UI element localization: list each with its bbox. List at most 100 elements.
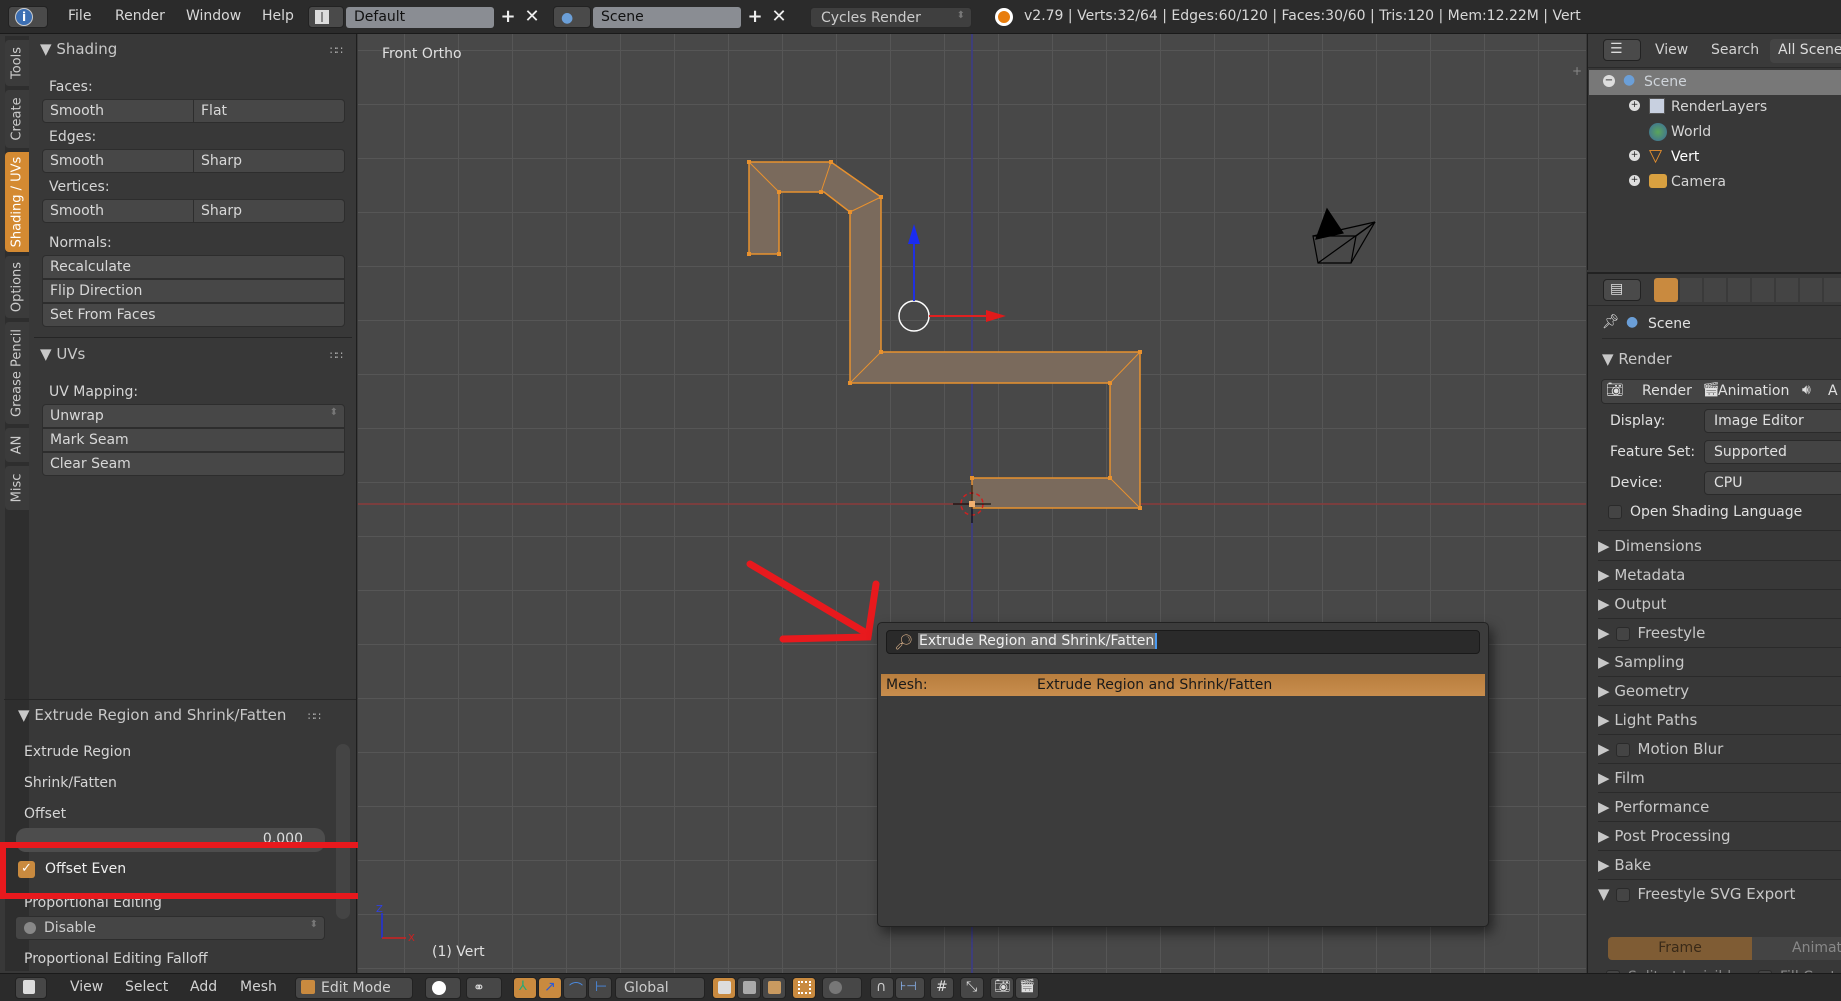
scene-icon-button[interactable]: ● <box>553 6 591 28</box>
render-engine-select[interactable]: Cycles Render ⬍ <box>810 7 972 28</box>
drag-grip-icon[interactable]: ∷∷ <box>308 710 321 723</box>
proportional-editing-toggle[interactable] <box>822 977 862 999</box>
edges-sharp-button[interactable]: Sharp <box>193 149 345 173</box>
manipulator-toggle[interactable]: ⅄ <box>513 977 537 999</box>
freestyle-svg-checkbox[interactable] <box>1615 887 1630 902</box>
section-freestyle[interactable]: ▶ Freestyle <box>1598 619 1841 648</box>
mark-seam-button[interactable]: Mark Seam <box>42 428 345 452</box>
outliner-display-mode-select[interactable]: All Scenes <box>1770 39 1841 63</box>
vertex-select-mode[interactable] <box>712 977 736 999</box>
audio-button[interactable]: A <box>1828 383 1838 399</box>
operator-panel-header[interactable]: ▼ Extrude Region and Shrink/Fatten <box>18 706 286 724</box>
mode-select[interactable]: Edit Mode <box>295 977 413 999</box>
section-sampling[interactable]: ▶ Sampling <box>1598 648 1841 677</box>
expand-icon[interactable]: + <box>1629 175 1640 186</box>
menu-mesh[interactable]: Mesh <box>240 979 277 995</box>
expand-icon[interactable]: + <box>1629 100 1640 111</box>
tab-object-context[interactable] <box>1752 278 1774 302</box>
collapse-icon[interactable]: − <box>1603 75 1615 87</box>
freestyle-checkbox[interactable] <box>1615 626 1630 641</box>
menu-add[interactable]: Add <box>190 979 217 995</box>
tab-shading-uvs[interactable]: Shading / UVs <box>5 152 29 252</box>
svg-frame-toggle[interactable]: Frame <box>1608 937 1752 960</box>
outliner-item-renderlayers[interactable]: + RenderLayers <box>1589 95 1841 120</box>
tab-grease-pencil[interactable]: Grease Pencil <box>5 322 29 424</box>
drag-grip-icon[interactable]: ∷∷ <box>330 349 343 362</box>
menu-window[interactable]: Window <box>186 8 241 24</box>
outliner-item-scene[interactable]: − ● Scene <box>1589 70 1841 95</box>
add-scene-icon[interactable]: + <box>744 6 766 28</box>
face-select-mode[interactable] <box>762 977 786 999</box>
set-from-faces-button[interactable]: Set From Faces <box>42 303 345 327</box>
toggle-region-plus-icon[interactable]: + <box>1572 64 1582 78</box>
edges-smooth-button[interactable]: Smooth <box>42 149 194 173</box>
tab-create[interactable]: Create <box>5 90 29 148</box>
proportional-editing-select[interactable]: Disable ⬍ <box>15 916 325 940</box>
section-post-processing[interactable]: ▶ Post Processing <box>1598 822 1841 851</box>
viewport-shading-select[interactable] <box>425 977 461 999</box>
expand-icon[interactable]: + <box>1629 150 1640 161</box>
search-result-item[interactable]: Mesh: Extrude Region and Shrink/Fatten <box>881 674 1485 696</box>
scale-manipulator-toggle[interactable]: ⊢ <box>588 977 612 999</box>
transform-orientation-select[interactable]: Global <box>615 977 705 999</box>
outliner-menu-search[interactable]: Search <box>1711 42 1759 58</box>
shading-panel-header[interactable]: ▼ Shading <box>40 40 117 58</box>
pivot-point-select[interactable]: ⚭ <box>466 977 502 999</box>
tab-modifiers-context[interactable] <box>1800 278 1822 302</box>
screen-layout-icon-button[interactable] <box>308 6 344 28</box>
section-dimensions[interactable]: ▶ Dimensions <box>1598 532 1841 561</box>
render-button[interactable]: Render <box>1642 383 1692 399</box>
snap-toggle[interactable]: ∩ <box>870 977 894 999</box>
section-motion-blur[interactable]: ▶ Motion Blur <box>1598 735 1841 764</box>
outliner-item-world[interactable]: World <box>1589 120 1841 145</box>
menu-select[interactable]: Select <box>125 979 168 995</box>
remove-scene-icon[interactable]: ✕ <box>768 6 790 28</box>
edge-select-mode[interactable] <box>737 977 761 999</box>
operator-search-input[interactable]: 🔎︎ Extrude Region and Shrink/Fatten <box>886 630 1480 654</box>
osl-checkbox[interactable] <box>1608 505 1622 519</box>
drag-grip-icon[interactable]: ∷∷ <box>330 44 343 57</box>
vertices-smooth-button[interactable]: Smooth <box>42 199 194 223</box>
snap-element-select[interactable]: ⊦⊣ <box>895 977 925 999</box>
tab-tools[interactable]: Tools <box>5 40 29 86</box>
menu-view[interactable]: View <box>70 979 103 995</box>
menu-file[interactable]: File <box>68 8 91 24</box>
animation-button[interactable]: Animation <box>1718 383 1789 399</box>
clear-seam-button[interactable]: Clear Seam <box>42 452 345 476</box>
screen-layout-field[interactable]: Default <box>346 7 494 28</box>
scene-field[interactable]: Scene <box>593 7 741 28</box>
uvs-panel-header[interactable]: ▼ UVs <box>40 345 85 363</box>
snap-target-toggle[interactable]: # <box>930 977 954 999</box>
faces-smooth-button[interactable]: Smooth <box>42 99 194 123</box>
opengl-animation-button[interactable]: 🎬︎ <box>1015 977 1039 999</box>
rotate-manipulator-toggle[interactable]: ⌒ <box>563 977 587 999</box>
section-geometry[interactable]: ▶ Geometry <box>1598 677 1841 706</box>
menu-help[interactable]: Help <box>262 8 294 24</box>
tab-constraints-context[interactable] <box>1776 278 1798 302</box>
limit-selection-toggle[interactable] <box>792 977 816 999</box>
display-select[interactable]: Image Editor <box>1704 409 1841 433</box>
tab-an[interactable]: AN <box>5 428 29 462</box>
pin-icon[interactable]: 📌︎ <box>1602 314 1620 330</box>
section-light-paths[interactable]: ▶ Light Paths <box>1598 706 1841 735</box>
tab-scene-context[interactable] <box>1704 278 1726 302</box>
properties-editor-type-button[interactable]: ▤ <box>1603 279 1641 301</box>
editor-type-button[interactable] <box>15 977 47 999</box>
add-screen-icon[interactable]: + <box>497 6 519 28</box>
outliner-menu-view[interactable]: View <box>1655 42 1688 58</box>
motion-blur-checkbox[interactable] <box>1615 742 1630 757</box>
recalculate-button[interactable]: Recalculate <box>42 255 345 279</box>
section-performance[interactable]: ▶ Performance <box>1598 793 1841 822</box>
tab-world-context[interactable] <box>1728 278 1750 302</box>
tab-options[interactable]: Options <box>5 256 29 318</box>
tab-misc[interactable]: Misc <box>5 466 29 510</box>
faces-flat-button[interactable]: Flat <box>193 99 345 123</box>
section-metadata[interactable]: ▶ Metadata <box>1598 561 1841 590</box>
section-output[interactable]: ▶ Output <box>1598 590 1841 619</box>
menu-render[interactable]: Render <box>115 8 165 24</box>
feature-set-select[interactable]: Supported <box>1704 440 1841 464</box>
render-section-header[interactable]: ▼ Render <box>1602 350 1672 368</box>
outliner-editor-type-button[interactable]: ☰ <box>1603 39 1641 61</box>
tab-data-context[interactable] <box>1824 278 1841 302</box>
outliner-item-vert[interactable]: + ▽ Vert <box>1589 145 1841 170</box>
